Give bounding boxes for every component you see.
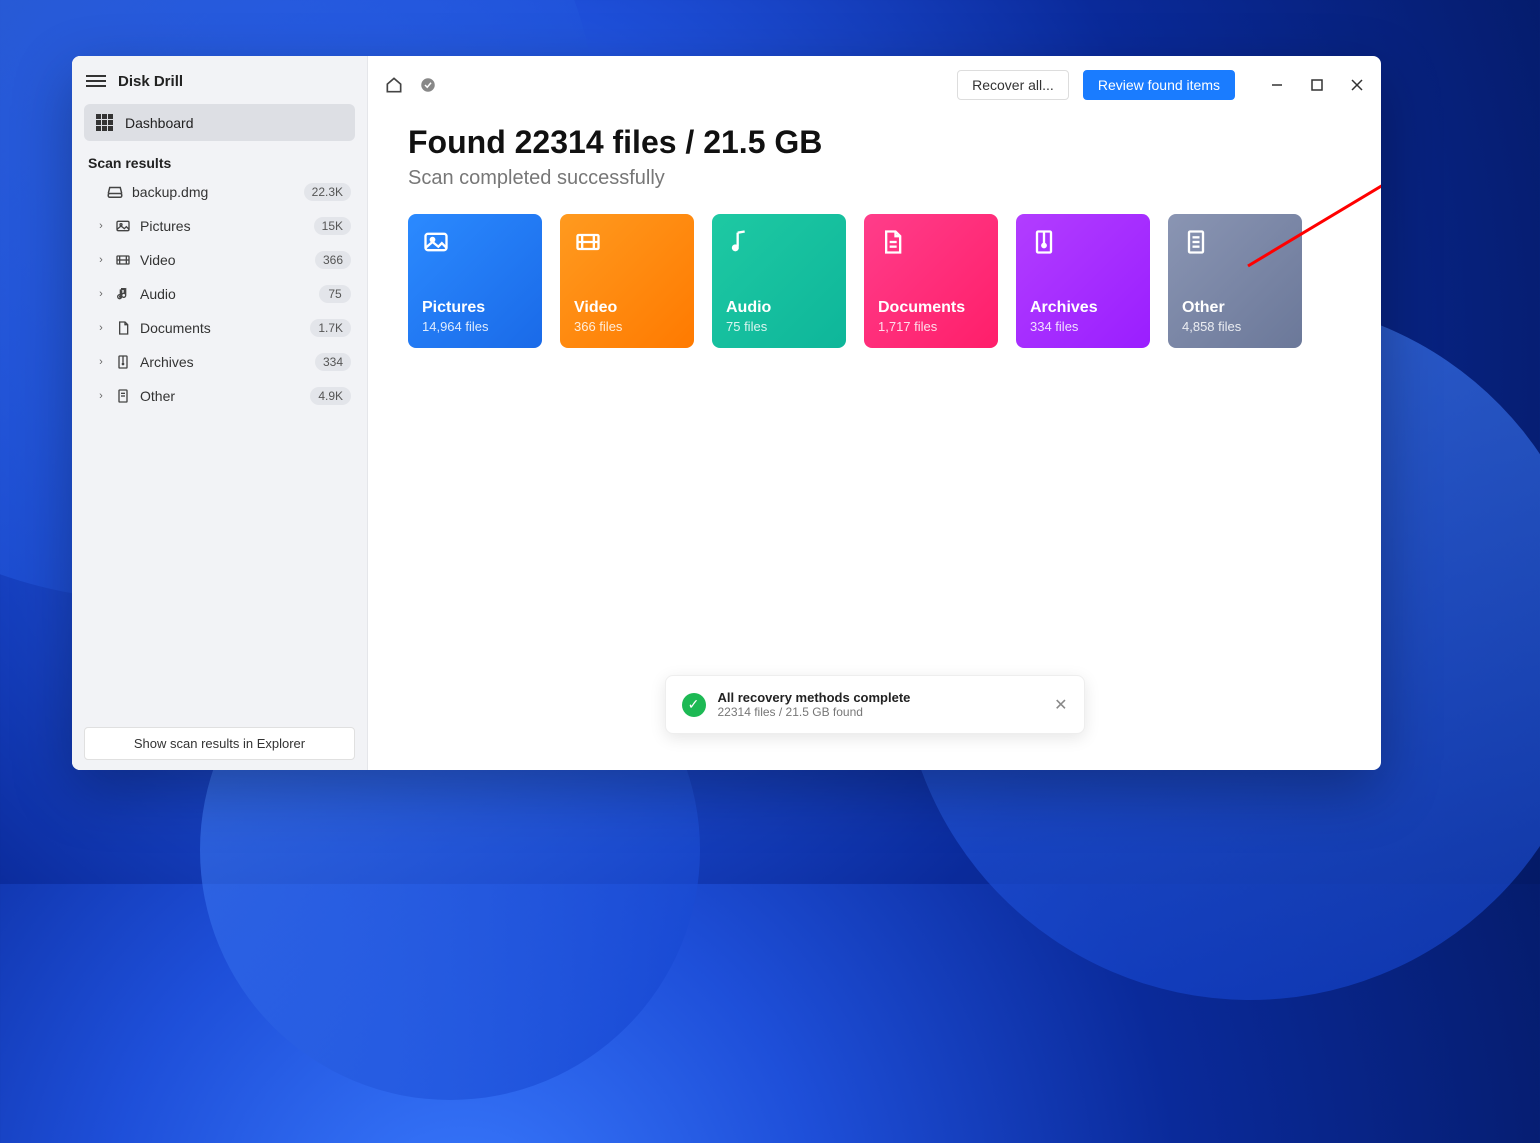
page-subhead: Scan completed successfully (408, 167, 1341, 190)
video-icon (114, 251, 132, 269)
tree-item-archives[interactable]: › Archives 334 (72, 345, 367, 379)
card-subtitle: 75 files (726, 319, 832, 334)
count-badge: 75 (319, 285, 351, 303)
documents-icon (878, 228, 906, 256)
card-title: Audio (726, 299, 832, 317)
count-badge: 15K (314, 217, 351, 235)
card-pictures[interactable]: Pictures 14,964 files (408, 214, 542, 348)
count-badge: 4.9K (310, 387, 351, 405)
sidebar-item-dashboard[interactable]: Dashboard (84, 104, 355, 141)
tree-label: Pictures (140, 218, 306, 234)
close-icon[interactable] (1349, 77, 1365, 93)
card-title: Video (574, 299, 680, 317)
chevron-right-icon: › (96, 322, 106, 334)
sidebar-header: Disk Drill (72, 56, 367, 100)
tree-item-other[interactable]: › Other 4.9K (72, 379, 367, 413)
check-badge-icon[interactable] (418, 75, 438, 95)
menu-icon[interactable] (86, 72, 106, 90)
card-title: Archives (1030, 299, 1136, 317)
audio-icon (114, 285, 132, 303)
maximize-icon[interactable] (1309, 77, 1325, 93)
tree-item-audio[interactable]: › Audio 75 (72, 277, 367, 311)
tree-item-video[interactable]: › Video 366 (72, 243, 367, 277)
card-other[interactable]: Other 4,858 files (1168, 214, 1302, 348)
content-area: Found 22314 files / 21.5 GB Scan complet… (368, 114, 1381, 388)
sidebar-footer: Show scan results in Explorer (72, 717, 367, 770)
tree-label: Video (140, 252, 307, 268)
tree-root-backup[interactable]: backup.dmg 22.3K (72, 175, 367, 209)
tree-item-documents[interactable]: › Documents 1.7K (72, 311, 367, 345)
sidebar: Disk Drill Dashboard Scan results backup… (72, 56, 368, 770)
tree-label: backup.dmg (132, 184, 296, 200)
card-audio[interactable]: Audio 75 files (712, 214, 846, 348)
card-title: Documents (878, 299, 984, 317)
card-archives[interactable]: Archives 334 files (1016, 214, 1150, 348)
archives-icon (1030, 228, 1058, 256)
tree-label: Documents (140, 320, 302, 336)
success-check-icon: ✓ (682, 693, 706, 717)
tree-label: Other (140, 388, 302, 404)
card-subtitle: 334 files (1030, 319, 1136, 334)
disk-icon (106, 183, 124, 201)
category-cards: Pictures 14,964 files Video 366 files Au… (408, 214, 1341, 348)
documents-icon (114, 319, 132, 337)
tree-label: Archives (140, 354, 307, 370)
pictures-icon (422, 228, 450, 256)
count-badge: 22.3K (304, 183, 351, 201)
chevron-right-icon: › (96, 254, 106, 266)
tree-item-pictures[interactable]: › Pictures 15K (72, 209, 367, 243)
chevron-right-icon: › (96, 288, 106, 300)
review-found-items-button[interactable]: Review found items (1083, 70, 1235, 100)
audio-icon (726, 228, 754, 256)
pictures-icon (114, 217, 132, 235)
toast-close-icon[interactable]: ✕ (1054, 695, 1067, 715)
show-in-explorer-button[interactable]: Show scan results in Explorer (84, 727, 355, 760)
card-subtitle: 14,964 files (422, 319, 528, 334)
card-video[interactable]: Video 366 files (560, 214, 694, 348)
count-badge: 1.7K (310, 319, 351, 337)
other-icon (114, 387, 132, 405)
dashboard-icon (96, 114, 113, 131)
toast-title: All recovery methods complete (718, 690, 1043, 705)
card-subtitle: 1,717 files (878, 319, 984, 334)
toast-body: All recovery methods complete 22314 file… (718, 690, 1043, 719)
count-badge: 334 (315, 353, 351, 371)
app-window: Disk Drill Dashboard Scan results backup… (72, 56, 1381, 770)
sidebar-item-label: Dashboard (125, 115, 194, 131)
card-documents[interactable]: Documents 1,717 files (864, 214, 998, 348)
section-header-scan-results: Scan results (72, 145, 367, 175)
video-icon (574, 228, 602, 256)
toolbar: Recover all... Review found items (368, 56, 1381, 114)
card-title: Pictures (422, 299, 528, 317)
card-subtitle: 366 files (574, 319, 680, 334)
chevron-right-icon: › (96, 220, 106, 232)
page-headline: Found 22314 files / 21.5 GB (408, 124, 1341, 161)
toast-subtitle: 22314 files / 21.5 GB found (718, 705, 1043, 719)
minimize-icon[interactable] (1269, 77, 1285, 93)
home-icon[interactable] (384, 75, 404, 95)
tree-label: Audio (140, 286, 311, 302)
count-badge: 366 (315, 251, 351, 269)
recover-all-button[interactable]: Recover all... (957, 70, 1069, 100)
chevron-right-icon: › (96, 356, 106, 368)
other-icon (1182, 228, 1210, 256)
chevron-right-icon: › (96, 390, 106, 402)
archives-icon (114, 353, 132, 371)
window-controls (1269, 77, 1365, 93)
completion-toast: ✓ All recovery methods complete 22314 fi… (665, 675, 1085, 734)
card-title: Other (1182, 299, 1288, 317)
app-title: Disk Drill (118, 73, 183, 90)
main-area: Recover all... Review found items Found … (368, 56, 1381, 770)
card-subtitle: 4,858 files (1182, 319, 1288, 334)
